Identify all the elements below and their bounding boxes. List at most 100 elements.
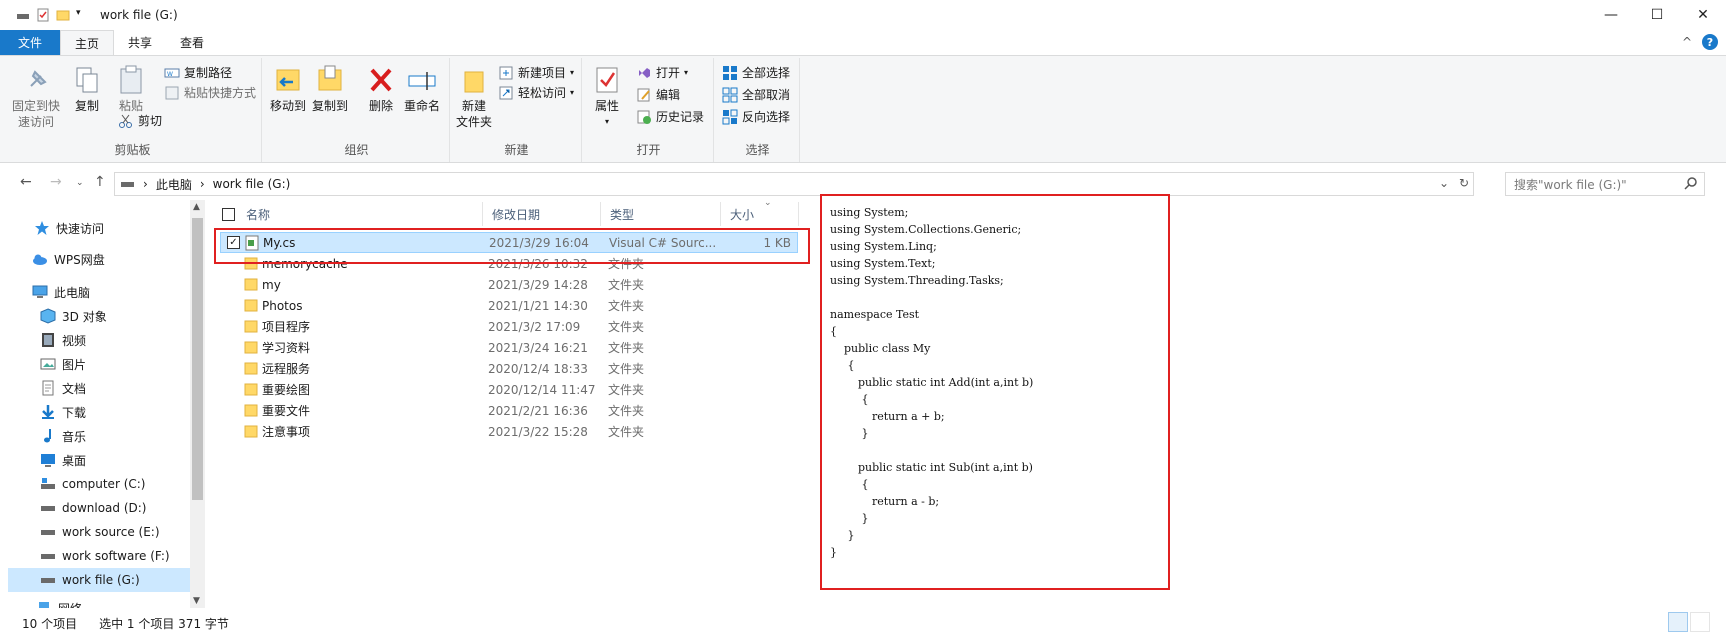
easy-access-button[interactable]: 轻松访问 ▾ bbox=[498, 84, 574, 101]
file-date: 2021/1/21 14:30 bbox=[488, 298, 588, 313]
large-icons-view-button[interactable] bbox=[1690, 612, 1710, 632]
paste-button[interactable]: 粘贴 bbox=[116, 64, 146, 114]
paste-shortcut-button[interactable]: 粘贴快捷方式 bbox=[164, 84, 256, 101]
pin-quick-access-button[interactable]: 固定到快 速访问 bbox=[12, 64, 60, 130]
delete-button[interactable]: 删除 bbox=[366, 64, 396, 114]
breadcrumb-this-pc[interactable]: 此电脑 bbox=[156, 176, 192, 193]
nav-desktop[interactable]: 桌面 bbox=[40, 448, 86, 472]
maximize-button[interactable]: ☐ bbox=[1634, 0, 1680, 30]
nav-drive-f[interactable]: work software (F:) bbox=[40, 544, 170, 568]
move-to-button[interactable]: 移动到 bbox=[270, 64, 306, 114]
file-name: 重要文件 bbox=[262, 404, 311, 418]
new-folder-button[interactable]: 新建 文件夹 bbox=[456, 64, 492, 130]
file-row[interactable]: my 2021/3/29 14:28 文件夹 bbox=[220, 274, 798, 295]
nav-pane-scrollbar[interactable]: ▲ ▼ bbox=[190, 200, 205, 608]
new-folder-quick-icon[interactable] bbox=[56, 8, 70, 22]
document-icon bbox=[42, 380, 54, 396]
help-icon[interactable]: ? bbox=[1702, 34, 1718, 50]
invert-selection-button[interactable]: 反向选择 bbox=[722, 108, 790, 125]
nav-drive-c[interactable]: computer (C:) bbox=[40, 472, 145, 496]
file-row[interactable]: 远程服务 2020/12/4 18:33 文件夹 bbox=[220, 358, 798, 379]
nav-network[interactable]: 网络 bbox=[36, 596, 82, 608]
cube-icon bbox=[40, 308, 56, 324]
folder-icon bbox=[244, 383, 258, 396]
file-name: 项目程序 bbox=[262, 320, 311, 334]
copy-to-icon bbox=[318, 65, 342, 91]
recent-locations-chevron-icon[interactable]: ⌄ bbox=[76, 178, 84, 188]
header-checkbox[interactable] bbox=[222, 207, 235, 221]
history-button[interactable]: 历史记录 bbox=[636, 108, 704, 125]
properties-button[interactable]: 属性 ▾ bbox=[592, 64, 622, 130]
search-input[interactable]: 搜索"work file (G:)" bbox=[1514, 176, 1627, 193]
tab-share[interactable]: 共享 bbox=[114, 30, 166, 55]
clipboard-group-label: 剪贴板 bbox=[114, 143, 151, 157]
nav-documents[interactable]: 文档 bbox=[40, 376, 86, 400]
tab-home[interactable]: 主页 bbox=[60, 30, 115, 55]
customize-quick-access-icon[interactable]: ▾ bbox=[76, 8, 90, 22]
rename-button[interactable]: 重命名 bbox=[404, 64, 440, 114]
copy-path-button[interactable]: W 复制路径 bbox=[164, 64, 232, 81]
nav-quick-access[interactable]: 快速访问 bbox=[34, 216, 104, 240]
nav-3d-objects[interactable]: 3D 对象 bbox=[40, 304, 107, 328]
search-box[interactable]: 搜索"work file (G:)" bbox=[1505, 172, 1705, 196]
nav-music[interactable]: 音乐 bbox=[40, 424, 86, 448]
nav-pictures[interactable]: 图片 bbox=[40, 352, 86, 376]
scroll-down-icon[interactable]: ▼ bbox=[193, 596, 200, 606]
column-header-size[interactable]: 大小 bbox=[730, 202, 754, 226]
address-dropdown-icon[interactable]: ⌄ bbox=[1439, 176, 1449, 190]
select-none-button[interactable]: 全部取消 bbox=[722, 86, 790, 103]
nav-this-pc[interactable]: 此电脑 bbox=[32, 280, 90, 304]
move-to-icon bbox=[276, 69, 300, 91]
column-separator[interactable] bbox=[482, 202, 483, 226]
nav-wps-cloud[interactable]: WPS网盘 bbox=[32, 247, 105, 271]
file-row[interactable]: 重要绘图 2020/12/14 11:47 文件夹 bbox=[220, 379, 798, 400]
scrollbar-thumb[interactable] bbox=[192, 218, 203, 500]
file-date: 2021/3/24 16:21 bbox=[488, 340, 588, 355]
nav-downloads[interactable]: 下载 bbox=[40, 400, 86, 424]
edit-button[interactable]: 编辑 bbox=[636, 86, 680, 103]
address-bar[interactable]: › 此电脑 › work file (G:) ⌄ ↻ bbox=[114, 172, 1474, 196]
file-row[interactable]: 注意事项 2021/3/22 15:28 文件夹 bbox=[220, 421, 798, 442]
file-row[interactable]: 学习资料 2021/3/24 16:21 文件夹 bbox=[220, 337, 798, 358]
collapse-ribbon-icon[interactable]: ^ bbox=[1682, 35, 1692, 49]
file-type: 文件夹 bbox=[608, 320, 645, 334]
minimize-button[interactable]: — bbox=[1588, 0, 1634, 30]
details-view-button[interactable] bbox=[1668, 612, 1688, 632]
scroll-up-icon[interactable]: ▲ bbox=[193, 202, 200, 212]
column-separator[interactable] bbox=[798, 202, 799, 226]
open-group-label: 打开 bbox=[636, 143, 661, 157]
copy-to-button[interactable]: 复制到 bbox=[312, 64, 348, 114]
column-header-name[interactable]: 名称 bbox=[246, 202, 270, 226]
copy-path-icon: W bbox=[164, 68, 180, 78]
column-header-type[interactable]: 类型 bbox=[610, 202, 634, 226]
paste-icon bbox=[120, 65, 142, 94]
column-separator[interactable] bbox=[600, 202, 601, 226]
properties-quick-icon[interactable] bbox=[36, 8, 50, 22]
column-header-date[interactable]: 修改日期 bbox=[492, 202, 540, 226]
scissors-icon bbox=[119, 114, 132, 128]
breadcrumb-current[interactable]: work file (G:) bbox=[213, 177, 291, 191]
nav-drive-d[interactable]: download (D:) bbox=[40, 496, 147, 520]
up-arrow-icon[interactable]: ↑ bbox=[94, 174, 106, 190]
file-row[interactable]: 重要文件 2021/2/21 16:36 文件夹 bbox=[220, 400, 798, 421]
forward-arrow-icon[interactable]: → bbox=[50, 174, 62, 190]
select-all-button[interactable]: 全部选择 bbox=[722, 64, 790, 81]
file-row[interactable]: 项目程序 2021/3/2 17:09 文件夹 bbox=[220, 316, 798, 337]
select-all-checkbox[interactable] bbox=[222, 202, 235, 226]
tab-view[interactable]: 查看 bbox=[166, 30, 218, 55]
new-item-button[interactable]: 新建项目 ▾ bbox=[498, 64, 574, 81]
back-arrow-icon[interactable]: ← bbox=[20, 174, 32, 190]
tab-file[interactable]: 文件 bbox=[0, 30, 61, 55]
copy-button[interactable]: 复制 bbox=[72, 64, 102, 114]
nav-videos[interactable]: 视频 bbox=[40, 328, 86, 352]
cut-button[interactable]: 剪切 bbox=[118, 112, 162, 129]
ribbon: 固定到快 速访问 复制 粘贴 W 复制路径 粘贴快捷方式 剪切 剪贴板 移动到 … bbox=[0, 55, 1726, 163]
open-button[interactable]: 打开 ▾ bbox=[636, 64, 688, 81]
nav-drive-g[interactable]: work file (G:) bbox=[8, 568, 190, 592]
nav-drive-e[interactable]: work source (E:) bbox=[40, 520, 160, 544]
chevron-down-icon: ▾ bbox=[684, 68, 689, 77]
refresh-icon[interactable]: ↻ bbox=[1459, 176, 1469, 190]
file-row[interactable]: Photos 2021/1/21 14:30 文件夹 bbox=[220, 295, 798, 316]
column-separator[interactable] bbox=[720, 202, 721, 226]
close-button[interactable]: ✕ bbox=[1680, 0, 1726, 30]
